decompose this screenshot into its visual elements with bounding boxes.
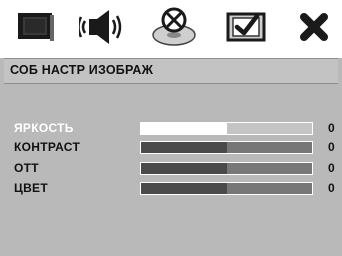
setting-value: 0 bbox=[328, 161, 335, 175]
setting-row-brightness[interactable]: ЯРКОСТЬ 0 bbox=[0, 119, 342, 137]
slider-fill bbox=[141, 142, 227, 153]
tab-audio[interactable] bbox=[75, 6, 127, 52]
tab-preferences[interactable] bbox=[221, 6, 273, 52]
setting-label: ЦВЕТ bbox=[14, 181, 48, 195]
settings-panel: СОБ НАСТР ИЗОБРАЖ ЯРКОСТЬ 0 КОНТРАСТ 0 О… bbox=[0, 58, 342, 256]
slider-fill bbox=[141, 163, 227, 174]
osd-screen: СОБ НАСТР ИЗОБРАЖ ЯРКОСТЬ 0 КОНТРАСТ 0 О… bbox=[0, 0, 342, 256]
picture-screen-icon bbox=[16, 10, 56, 49]
setting-slider[interactable] bbox=[140, 141, 313, 154]
tab-picture[interactable] bbox=[10, 6, 62, 52]
close-x-icon bbox=[297, 10, 331, 49]
page-title: СОБ НАСТР ИЗОБРАЖ bbox=[10, 63, 154, 77]
setting-label: ЯРКОСТЬ bbox=[14, 121, 74, 135]
menu-tab-bar bbox=[0, 0, 342, 58]
disc-icon bbox=[150, 5, 198, 54]
tab-disc[interactable] bbox=[148, 6, 200, 52]
preferences-check-icon bbox=[224, 8, 270, 51]
slider-fill bbox=[141, 183, 227, 194]
setting-row-color[interactable]: ЦВЕТ 0 bbox=[0, 179, 342, 197]
setting-slider[interactable] bbox=[140, 182, 313, 195]
setting-value: 0 bbox=[328, 140, 335, 154]
audio-speaker-icon bbox=[77, 7, 123, 52]
panel-title-bar: СОБ НАСТР ИЗОБРАЖ bbox=[4, 58, 338, 84]
setting-slider[interactable] bbox=[140, 122, 313, 135]
slider-fill bbox=[141, 123, 227, 134]
setting-value: 0 bbox=[328, 181, 335, 195]
setting-label: ОТТ bbox=[14, 161, 39, 175]
tab-exit[interactable] bbox=[288, 6, 340, 52]
setting-row-contrast[interactable]: КОНТРАСТ 0 bbox=[0, 138, 342, 156]
setting-value: 0 bbox=[328, 121, 335, 135]
setting-slider[interactable] bbox=[140, 162, 313, 175]
setting-label: КОНТРАСТ bbox=[14, 140, 81, 154]
setting-row-tint[interactable]: ОТТ 0 bbox=[0, 159, 342, 177]
